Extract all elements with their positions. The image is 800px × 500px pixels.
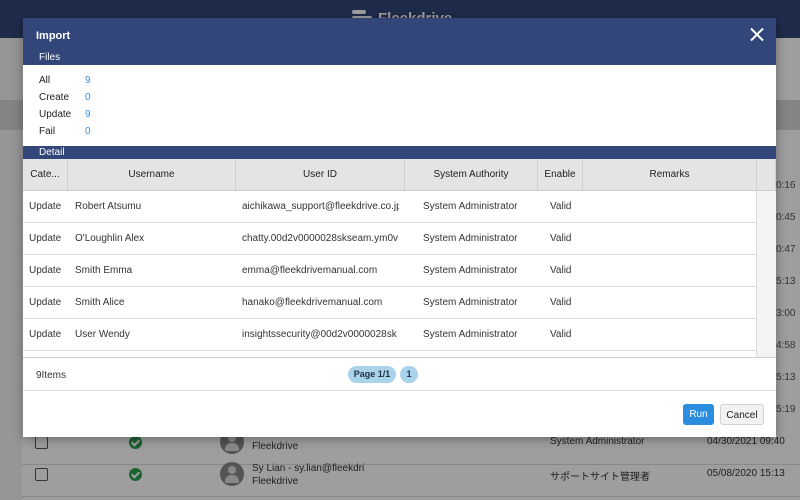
cell-remarks bbox=[583, 287, 757, 319]
cell-enable: Valid bbox=[550, 233, 572, 244]
cell-username: Robert Atsumu bbox=[75, 201, 142, 212]
import-dialog: Import Files All 9 Create 0 Update 9 Fai… bbox=[23, 18, 776, 437]
page-indicator: Page 1/1 bbox=[348, 366, 396, 383]
dialog-header: Import Files bbox=[23, 18, 776, 65]
page-1-button[interactable]: 1 bbox=[400, 366, 418, 383]
detail-section-bar bbox=[23, 146, 776, 159]
detail-section-label: Detail bbox=[39, 147, 65, 158]
column-header-enable[interactable]: Enable bbox=[538, 159, 583, 191]
cell-enable: Valid bbox=[550, 329, 572, 340]
table-row[interactable]: Update User Wendy insightssecurity@00d2v… bbox=[23, 319, 756, 351]
table-header: Cate... Username User ID System Authorit… bbox=[23, 159, 776, 191]
cell-remarks bbox=[583, 319, 757, 351]
stat-label: Create bbox=[39, 92, 70, 103]
stat-label: Fail bbox=[39, 126, 56, 137]
column-header-system-authority[interactable]: System Authority bbox=[405, 159, 538, 191]
cell-user-id: aichikawa_support@fleekdrive.co.jp bbox=[242, 201, 399, 212]
cell-system-authority: System Administrator bbox=[423, 265, 518, 276]
close-icon[interactable] bbox=[747, 25, 767, 45]
cancel-button[interactable]: Cancel bbox=[720, 404, 764, 425]
cell-user-id: emma@fleekdrivemanual.com bbox=[242, 265, 378, 276]
column-header-username[interactable]: Username bbox=[68, 159, 236, 191]
table-footer: 9Items Page 1/1 1 bbox=[23, 358, 776, 391]
stat-label: All bbox=[39, 75, 51, 86]
cell-category: Update bbox=[29, 297, 62, 308]
cell-remarks bbox=[583, 255, 757, 287]
cell-user-id: chatty.00d2v0000028skseam.ym0v bbox=[242, 233, 399, 244]
stat-update: Update 9 bbox=[39, 109, 239, 123]
stat-value[interactable]: 9 bbox=[85, 109, 91, 120]
cell-system-authority: System Administrator bbox=[423, 329, 518, 340]
cell-category: Update bbox=[29, 201, 62, 212]
cell-system-authority: System Administrator bbox=[423, 233, 518, 244]
cell-enable: Valid bbox=[550, 297, 572, 308]
cell-username: Smith Alice bbox=[75, 297, 125, 308]
cell-enable: Valid bbox=[550, 201, 572, 212]
cell-system-authority: System Administrator bbox=[423, 201, 518, 212]
stat-all: All 9 bbox=[39, 75, 239, 89]
table-row[interactable]: Update Smith Emma emma@fleekdrivemanual.… bbox=[23, 255, 756, 287]
cell-username: O'Loughlin Alex bbox=[75, 233, 145, 244]
cell-category: Update bbox=[29, 233, 62, 244]
cell-category: Update bbox=[29, 329, 62, 340]
column-header-remarks[interactable]: Remarks bbox=[583, 159, 757, 191]
cell-username: Smith Emma bbox=[75, 265, 133, 276]
dialog-title: Import bbox=[36, 30, 71, 42]
column-header-user-id[interactable]: User ID bbox=[236, 159, 405, 191]
table-scrollbar[interactable] bbox=[756, 191, 776, 357]
table-row[interactable]: Update Smith Alice hanako@fleekdrivemanu… bbox=[23, 287, 756, 319]
cell-system-authority: System Administrator bbox=[423, 297, 518, 308]
cell-username: User Wendy bbox=[75, 329, 130, 340]
stat-value[interactable]: 9 bbox=[85, 75, 91, 86]
run-button[interactable]: Run bbox=[683, 404, 714, 425]
cell-remarks bbox=[583, 223, 757, 255]
table-row[interactable]: Update O'Loughlin Alex chatty.00d2v00000… bbox=[23, 223, 756, 255]
cell-category: Update bbox=[29, 265, 62, 276]
cell-user-id: hanako@fleekdrivemanual.com bbox=[242, 297, 383, 308]
stat-value[interactable]: 0 bbox=[85, 92, 91, 103]
cell-remarks bbox=[583, 191, 757, 223]
column-header-category[interactable]: Cate... bbox=[23, 159, 68, 191]
stat-create: Create 0 bbox=[39, 92, 239, 106]
stat-label: Update bbox=[39, 109, 72, 120]
stat-value[interactable]: 0 bbox=[85, 126, 91, 137]
cell-enable: Valid bbox=[550, 265, 572, 276]
stat-fail: Fail 0 bbox=[39, 126, 239, 140]
import-detail-table: Cate... Username User ID System Authorit… bbox=[23, 159, 776, 358]
table-row[interactable]: Update Robert Atsumu aichikawa_support@f… bbox=[23, 191, 756, 223]
cell-user-id: insightssecurity@00d2v0000028sk bbox=[242, 329, 397, 340]
files-section-label: Files bbox=[39, 52, 61, 63]
column-header-spacer bbox=[757, 159, 776, 191]
item-count: 9Items bbox=[36, 370, 67, 381]
